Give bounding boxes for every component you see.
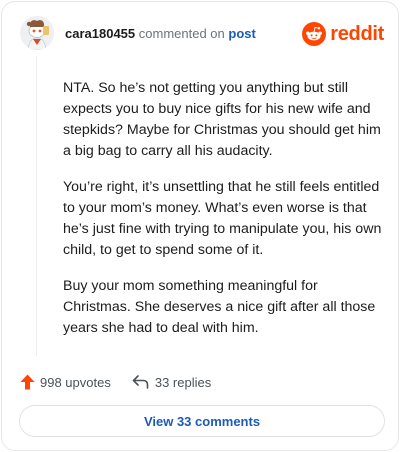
view-comments-button[interactable]: View 33 comments <box>19 405 385 437</box>
comment-paragraph-2: You’re right, it’s unsettling that he st… <box>63 179 382 258</box>
commented-on-text: commented on <box>138 26 225 41</box>
username-link[interactable]: cara180455 <box>65 26 135 41</box>
user-avatar-icon <box>20 16 54 50</box>
thread-line <box>36 56 37 356</box>
upvote-count: 998 upvotes <box>40 374 111 390</box>
reddit-wordmark: reddit <box>330 22 384 45</box>
comment-body: NTA. So he’s not getting you anything bu… <box>63 78 383 354</box>
reddit-logo-icon <box>302 22 327 46</box>
reply-arrow-icon <box>132 375 149 389</box>
reply-count: 33 replies <box>154 374 212 390</box>
comment-meta: cara180455 commented on post <box>65 26 256 41</box>
comment-paragraph-1: NTA. So he’s not getting you anything bu… <box>63 80 381 159</box>
upvote-arrow-icon <box>20 374 35 390</box>
avatar[interactable] <box>20 16 54 50</box>
comment-actions: 998 upvotes 33 replies <box>20 372 211 392</box>
post-link[interactable]: post <box>228 26 255 41</box>
replies-button[interactable]: 33 replies <box>111 375 211 390</box>
comment-header: cara180455 commented on post reddit <box>20 16 384 52</box>
comment-paragraph-3: Buy your mom something meaningful for Ch… <box>63 278 376 336</box>
reddit-brand[interactable]: reddit <box>302 21 384 47</box>
comment-card: cara180455 commented on post reddit NTA.… <box>1 1 399 451</box>
upvote-button[interactable]: 998 upvotes <box>20 374 111 390</box>
